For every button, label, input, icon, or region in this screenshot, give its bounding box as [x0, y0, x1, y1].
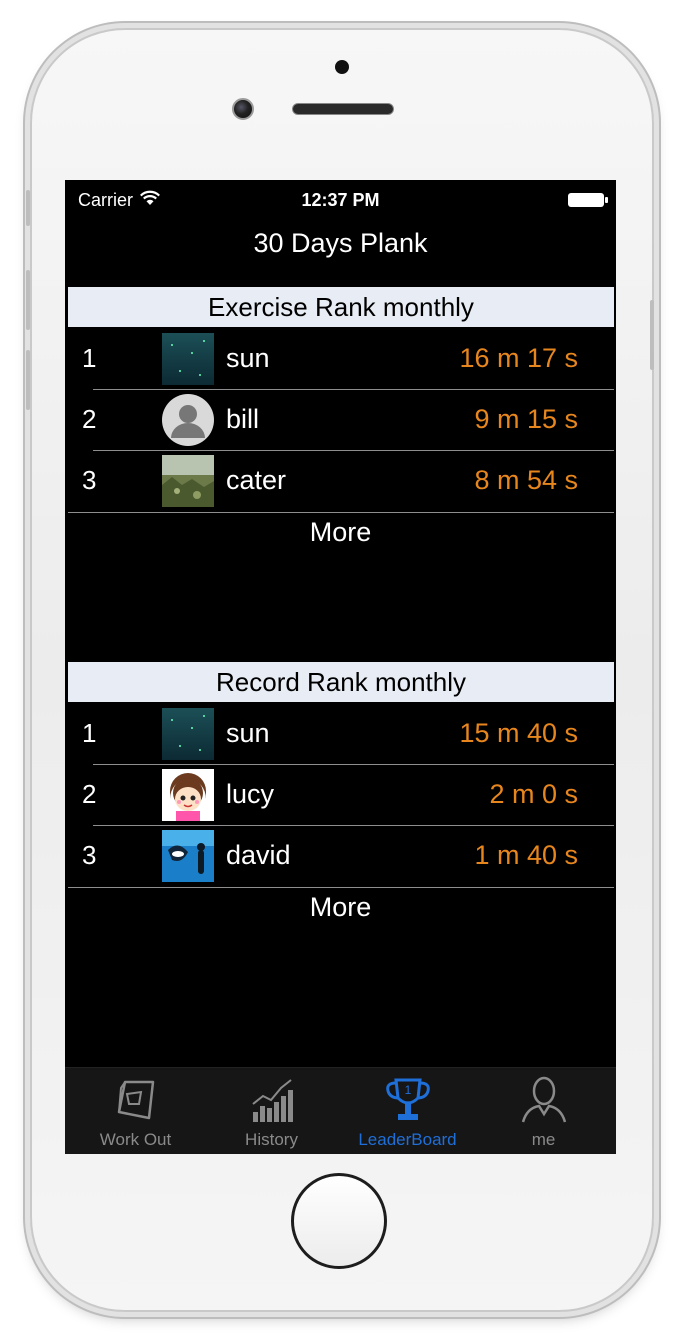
silent-switch[interactable]: [26, 190, 30, 226]
tab-label: me: [531, 1130, 556, 1149]
tab-bar: Work Out History 1 LeaderBoard me: [65, 1067, 616, 1154]
page-title: 30 Days Plank: [253, 228, 428, 258]
user-name: cater: [226, 465, 287, 495]
volume-down-button[interactable]: [26, 350, 30, 410]
tab-work-out[interactable]: Work Out: [67, 1068, 204, 1154]
user-name: david: [226, 840, 291, 870]
exercise-rank-header: Exercise Rank monthly: [68, 287, 614, 327]
user-name: lucy: [226, 779, 275, 809]
whistle-icon: [111, 1074, 161, 1126]
rank-time: 2 m 0 s: [489, 779, 578, 809]
avatar: [162, 769, 214, 821]
rank-time: 15 m 40 s: [459, 718, 578, 748]
rank-time: 16 m 17 s: [459, 343, 578, 373]
tab-label: History: [245, 1130, 298, 1149]
record-rank-header: Record Rank monthly: [68, 662, 614, 702]
rank-number: 1: [82, 718, 97, 748]
avatar: [162, 455, 214, 507]
exercise-more-button[interactable]: More: [65, 517, 616, 548]
table-row[interactable]: 3 david 1 m 40 s: [68, 826, 614, 886]
earpiece-speaker: [292, 103, 394, 115]
rank-number: 2: [82, 404, 97, 434]
battery-icon: [568, 193, 608, 207]
home-button[interactable]: [291, 1173, 387, 1269]
volume-up-button[interactable]: [26, 270, 30, 330]
user-name: sun: [226, 343, 270, 373]
trophy-icon: 1: [383, 1074, 433, 1126]
avatar: [162, 333, 214, 385]
bar-chart-icon: [247, 1074, 297, 1126]
row-divider: [68, 512, 614, 513]
rank-time: 9 m 15 s: [474, 404, 578, 434]
power-button[interactable]: [650, 300, 654, 370]
person-icon: [519, 1074, 569, 1126]
user-name: sun: [226, 718, 270, 748]
avatar: [162, 830, 214, 882]
rank-number: 1: [82, 343, 97, 373]
tab-history[interactable]: History: [203, 1068, 340, 1154]
table-row[interactable]: 1 sun 15 m 40 s: [68, 704, 614, 764]
row-divider: [68, 887, 614, 888]
rank-number: 2: [82, 779, 97, 809]
app-screen: Carrier 12:37 PM 30 Days Plank Exercise …: [65, 180, 616, 1154]
tab-leaderboard[interactable]: 1 LeaderBoard: [339, 1068, 476, 1154]
avatar: [162, 394, 214, 446]
record-more-button[interactable]: More: [65, 892, 616, 923]
table-row[interactable]: 3 cater 8 m 54 s: [68, 451, 614, 511]
status-bar: Carrier 12:37 PM: [65, 180, 616, 220]
table-row[interactable]: 2 lucy 2 m 0 s: [68, 765, 614, 825]
proximity-sensor: [335, 60, 349, 74]
tab-label: LeaderBoard: [358, 1130, 457, 1149]
tab-me[interactable]: me: [475, 1068, 612, 1154]
table-row[interactable]: 2 bill 9 m 15 s: [68, 390, 614, 450]
rank-number: 3: [82, 840, 97, 870]
rank-time: 8 m 54 s: [474, 465, 578, 495]
front-camera: [232, 98, 254, 120]
avatar: [162, 708, 214, 760]
table-row[interactable]: 1 sun 16 m 17 s: [68, 329, 614, 389]
clock: 12:37 PM: [301, 190, 380, 210]
svg-text:1: 1: [405, 1083, 412, 1097]
rank-time: 1 m 40 s: [474, 840, 578, 870]
user-name: bill: [226, 404, 260, 434]
tab-label: Work Out: [99, 1130, 172, 1149]
rank-number: 3: [82, 465, 97, 495]
